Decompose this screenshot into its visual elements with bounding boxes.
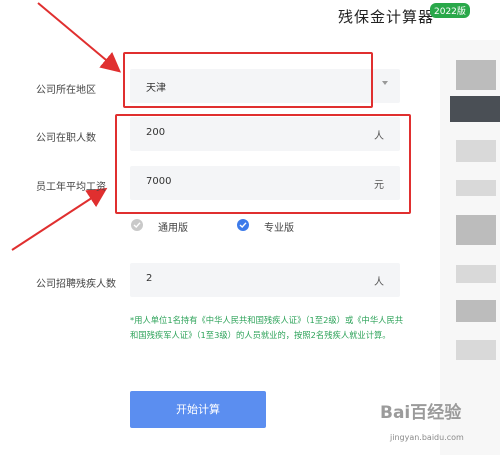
highlight-box-region xyxy=(123,52,373,108)
disabled-hires-field[interactable]: 2 人 xyxy=(130,263,400,297)
highlight-box-inputs xyxy=(115,114,411,214)
disabled-hires-unit: 人 xyxy=(374,277,384,288)
radio-pro-label[interactable]: 专业版 xyxy=(264,219,294,234)
version-badge: 2022版 xyxy=(430,3,470,18)
arrow-to-salary xyxy=(11,187,108,251)
radio-general[interactable] xyxy=(131,219,143,231)
radio-general-label[interactable]: 通用版 xyxy=(158,219,188,234)
salary-label: 员工年平均工资 xyxy=(36,182,106,193)
baidu-watermark-url: jingyan.baidu.com xyxy=(390,433,464,442)
disabled-hires-label: 公司招聘残疾人数 xyxy=(36,279,116,290)
blurred-side-panel xyxy=(440,40,500,455)
employees-label: 公司在职人数 xyxy=(36,133,96,144)
region-label: 公司所在地区 xyxy=(36,85,96,96)
chevron-down-icon xyxy=(382,81,388,85)
baidu-watermark: Bai百经验 xyxy=(380,403,462,423)
arrow-to-region xyxy=(37,2,122,73)
disabled-hires-value: 2 xyxy=(146,273,153,284)
start-calculate-button[interactable]: 开始计算 xyxy=(130,391,266,428)
disability-note: *用人单位1名持有《中华人民共和国残疾人证》（1至2级）或《中华人民共和国残疾军… xyxy=(130,315,404,340)
radio-pro[interactable] xyxy=(237,219,249,231)
page-title: 残保金计算器 xyxy=(338,8,435,26)
